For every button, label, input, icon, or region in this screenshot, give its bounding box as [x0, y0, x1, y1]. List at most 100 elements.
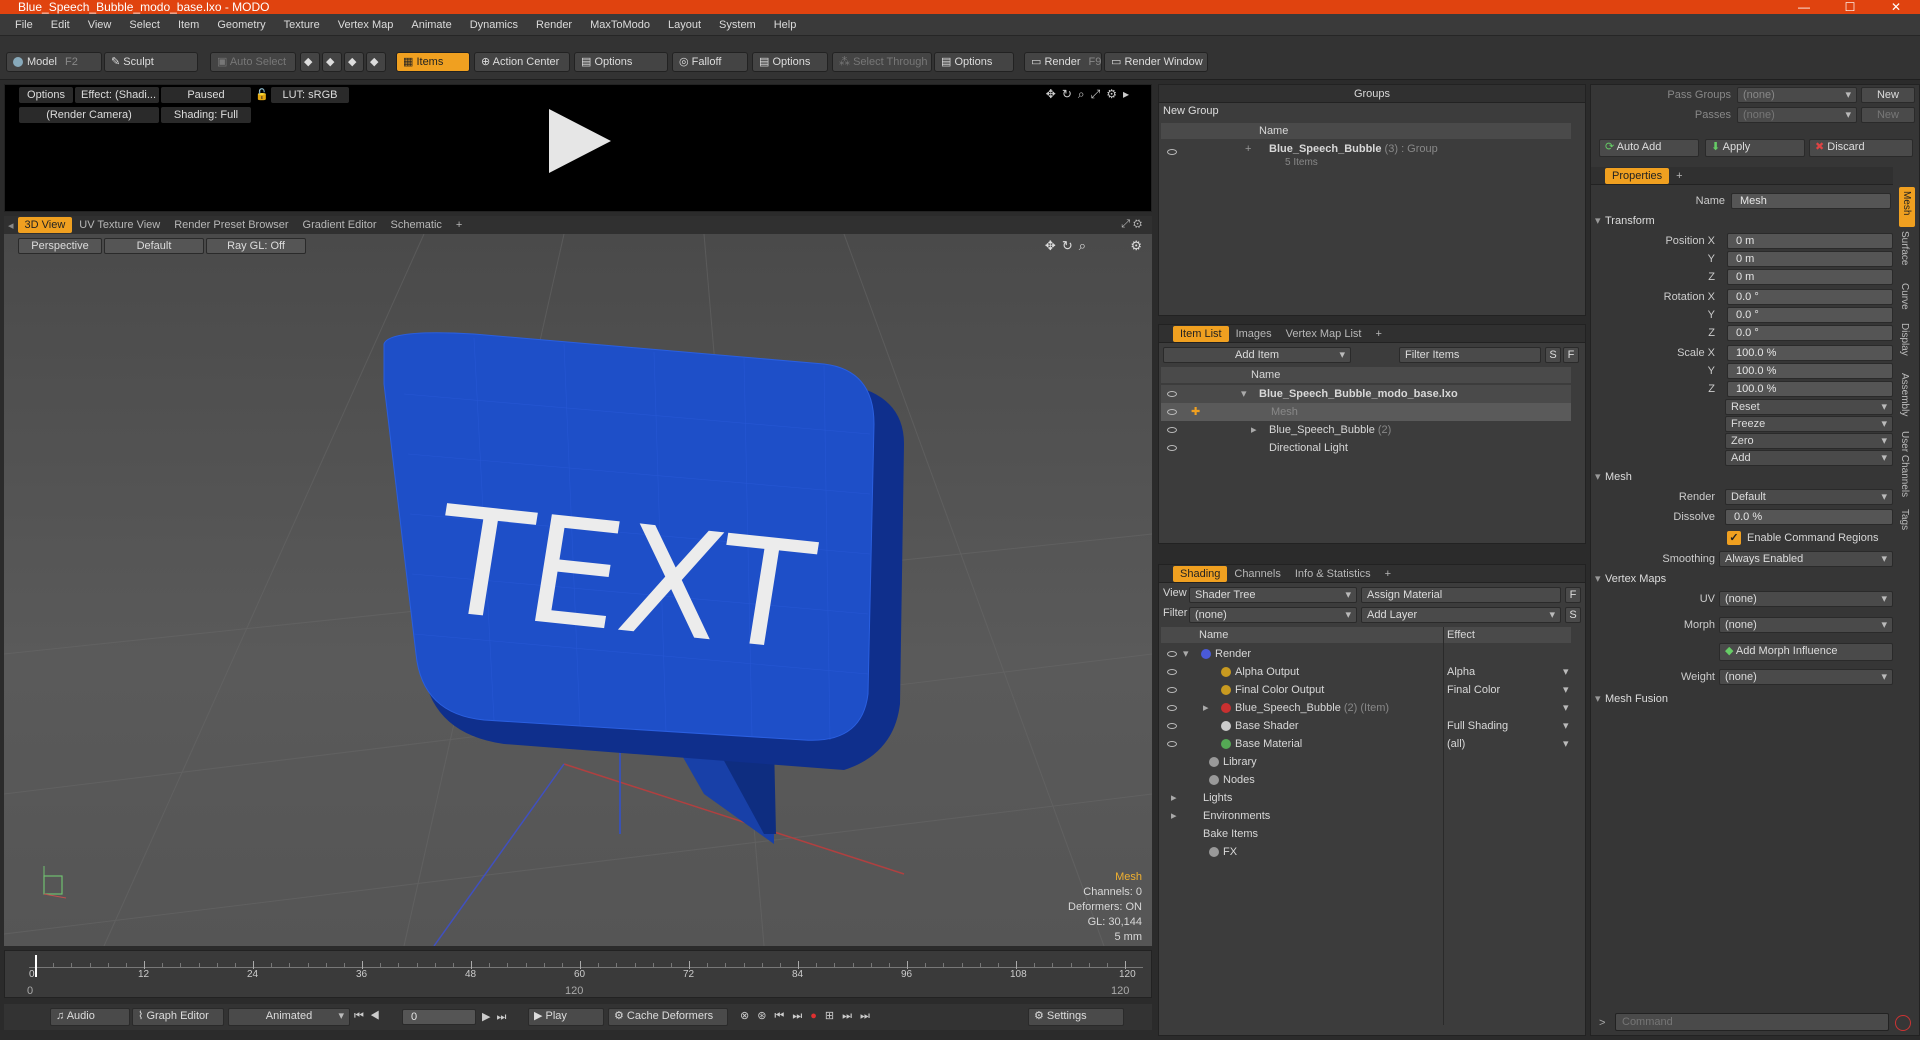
expand-icon[interactable]: ▸ [1251, 421, 1257, 439]
expand-icon[interactable]: ▸ [1171, 807, 1177, 825]
render-button[interactable]: ▭ Render F9 [1024, 52, 1102, 72]
morph-dropdown[interactable]: (none) [1719, 617, 1893, 633]
shader-tree-row[interactable]: Library [1161, 753, 1571, 771]
falloff-options-button[interactable]: ▤ Options [752, 52, 828, 72]
add-morph-influence-button[interactable]: ◆ Add Morph Influence [1719, 643, 1893, 661]
timeline[interactable]: 0 12 24 36 48 60 72 84 96 108 120 0 120 120 [4, 950, 1152, 998]
vertex-maps-section[interactable]: Vertex Maps [1591, 571, 1666, 587]
play-button[interactable]: ▶ Play [528, 1008, 604, 1026]
tab-3d-view[interactable]: 3D View [17, 217, 73, 233]
scale-x-field[interactable]: 100.0 % [1727, 345, 1893, 361]
new-pass-button[interactable]: New [1861, 107, 1915, 123]
tab-schematic[interactable]: Schematic [384, 217, 449, 233]
auto-select-button[interactable]: ▣ Auto Select [210, 52, 296, 72]
weight-dropdown[interactable]: (none) [1719, 669, 1893, 685]
falloff-button[interactable]: ◎ Falloff [672, 52, 748, 72]
viewport-maximize-icon[interactable]: ⤢ ⚙ [1121, 218, 1142, 231]
chevron-down-icon[interactable]: ▾ [1563, 681, 1569, 699]
chevron-down-icon[interactable]: ▾ [1563, 663, 1569, 681]
eye-icon[interactable] [1167, 723, 1177, 729]
cache-deformers-button[interactable]: ⚙ Cache Deformers [608, 1008, 728, 1026]
menu-view[interactable]: View [79, 19, 121, 31]
add-tab-button[interactable]: + [449, 217, 469, 233]
preview-options-button[interactable]: Options [19, 87, 73, 103]
eye-icon[interactable] [1167, 705, 1177, 711]
list-item[interactable]: Directional Light [1161, 439, 1571, 457]
position-z-field[interactable]: 0 m [1727, 269, 1893, 285]
sculpt-mode-button[interactable]: ✎ Sculpt [104, 52, 198, 72]
materials-mode-icon[interactable]: ◆ [366, 52, 386, 72]
shading-f-button[interactable]: F [1565, 587, 1581, 603]
chevron-down-icon[interactable]: ▾ [1563, 717, 1569, 735]
itemlist-add-tab[interactable]: + [1368, 326, 1388, 342]
filter-items-field[interactable]: Filter Items [1399, 347, 1541, 363]
add-item-dropdown[interactable]: Add Item [1163, 347, 1351, 363]
menu-dynamics[interactable]: Dynamics [461, 19, 527, 31]
shading-s-button[interactable]: S [1565, 607, 1581, 623]
settings-button[interactable]: ⚙ Settings [1028, 1008, 1124, 1026]
paused-button[interactable]: Paused [161, 87, 251, 103]
properties-add-tab[interactable]: + [1669, 168, 1689, 184]
position-y-field[interactable]: 0 m [1727, 251, 1893, 267]
add-dropdown[interactable]: Add [1725, 450, 1893, 466]
dissolve-field[interactable]: 0.0 % [1725, 509, 1893, 525]
side-tab-user-channels[interactable]: User Channels [1899, 431, 1910, 497]
scale-z-field[interactable]: 100.0 % [1727, 381, 1893, 397]
minimize-button[interactable]: — [1782, 0, 1826, 14]
shader-tree-row[interactable]: Base Shader Full Shading ▾ [1161, 717, 1571, 735]
tab-properties[interactable]: Properties [1605, 167, 1670, 184]
tab-shading[interactable]: Shading [1173, 565, 1228, 582]
lut-dropdown[interactable]: LUT: sRGB [271, 87, 349, 103]
menu-render[interactable]: Render [527, 19, 581, 31]
select-options-button[interactable]: ▤ Options [934, 52, 1014, 72]
transport-forward-icons[interactable]: ▶⏭ [482, 1010, 512, 1024]
eye-icon[interactable] [1167, 445, 1177, 451]
chevron-down-icon[interactable]: ▾ [1563, 735, 1569, 753]
group-row[interactable]: + Blue_Speech_Bubble (3) : Group 5 Items [1161, 141, 1571, 171]
reset-dropdown[interactable]: Reset [1725, 399, 1893, 415]
viewport-3d[interactable]: Perspective Default Ray GL: Off ✥↻⌕ ⚙ TE… [4, 234, 1152, 946]
vertices-mode-icon[interactable]: ◆ [300, 52, 320, 72]
position-x-field[interactable]: 0 m [1727, 233, 1893, 249]
timeline-playhead[interactable] [35, 955, 37, 977]
shader-tree-row[interactable]: ▸ Blue_Speech_Bubble (2) (Item) ▾ [1161, 699, 1571, 717]
smoothing-dropdown[interactable]: Always Enabled [1719, 551, 1893, 567]
edges-mode-icon[interactable]: ◆ [322, 52, 342, 72]
transform-section[interactable]: Transform [1591, 213, 1655, 229]
preview-nav-icons[interactable]: ✥↻⌕⤢⚙▸ [1046, 87, 1135, 102]
shading-dropdown[interactable]: Shading: Full [161, 107, 251, 123]
record-tools-icons[interactable]: ⊗⊛⏮⏭●⊞⏭⏭ [740, 1009, 878, 1023]
expand-icon[interactable]: ▾ [1183, 645, 1189, 663]
apply-button[interactable]: ⬇ Apply [1705, 139, 1805, 157]
command-input[interactable] [1615, 1013, 1889, 1031]
new-pass-group-button[interactable]: New [1861, 87, 1915, 103]
tab-channels[interactable]: Channels [1227, 566, 1287, 582]
camera-dropdown[interactable]: (Render Camera) [19, 107, 159, 123]
side-tab-mesh[interactable]: Mesh [1899, 187, 1915, 227]
menu-maxtomodo[interactable]: MaxToModo [581, 19, 659, 31]
shader-tree-row[interactable]: Base Material (all) ▾ [1161, 735, 1571, 753]
graph-editor-button[interactable]: ⌇ Graph Editor [132, 1008, 224, 1026]
tab-gradient-editor[interactable]: Gradient Editor [296, 217, 384, 233]
list-item[interactable]: ✚ Mesh [1161, 403, 1571, 421]
rotation-z-field[interactable]: 0.0 ° [1727, 325, 1893, 341]
action-center-options-button[interactable]: ▤ Options [574, 52, 668, 72]
frame-field[interactable]: 0 [402, 1009, 476, 1025]
side-tab-curve[interactable]: Curve [1899, 283, 1910, 310]
uv-dropdown[interactable]: (none) [1719, 591, 1893, 607]
chevron-down-icon[interactable]: ▾ [1563, 699, 1569, 717]
shading-add-tab[interactable]: + [1378, 566, 1398, 582]
menu-help[interactable]: Help [765, 19, 806, 31]
play-icon[interactable] [545, 107, 615, 177]
menu-item[interactable]: Item [169, 19, 208, 31]
add-layer-dropdown[interactable]: Add Layer [1361, 607, 1561, 623]
select-through-button[interactable]: ⁂ Select Through [832, 52, 932, 72]
tab-item-list[interactable]: Item List [1173, 325, 1229, 342]
eye-icon[interactable] [1167, 687, 1177, 693]
tab-uv-texture-view[interactable]: UV Texture View [72, 217, 167, 233]
model-mode-button[interactable]: Model F2 [6, 52, 102, 72]
itemlist-s-button[interactable]: S [1545, 347, 1561, 363]
auto-add-button[interactable]: ⟳ Auto Add [1599, 139, 1699, 157]
menu-select[interactable]: Select [120, 19, 169, 31]
name-field[interactable]: Mesh [1731, 193, 1891, 209]
